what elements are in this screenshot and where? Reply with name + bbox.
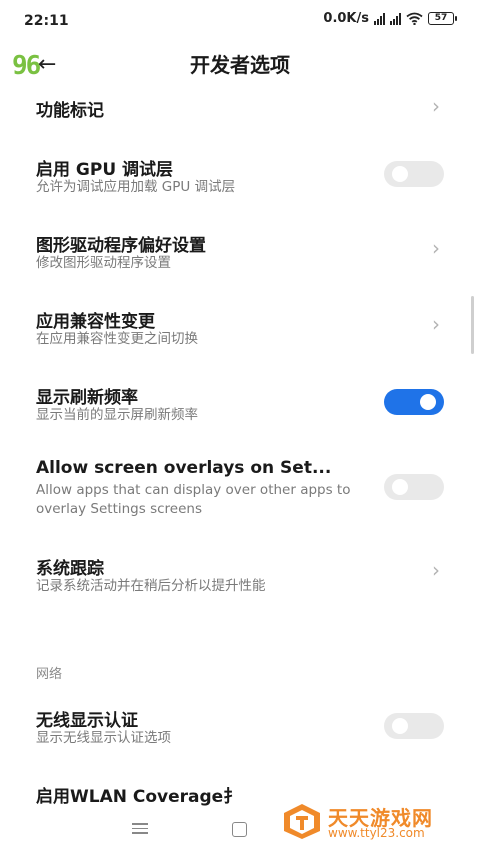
row-title: 无线显示认证 [36, 711, 138, 731]
row-subtitle: 记录系统活动并在稍后分析以提升性能 [36, 578, 266, 594]
toggle-knob [392, 166, 408, 182]
settings-row-screen-overlays[interactable]: Allow screen overlays on Set... Allow ap… [0, 456, 480, 522]
row-title: 功能标记 [36, 101, 104, 121]
network-speed: 0.0K/s [323, 11, 369, 26]
signal-icon [374, 12, 385, 25]
chevron-right-icon: › [432, 236, 440, 260]
app-header: 96 ← 开发者选项 [0, 40, 480, 84]
status-time: 22:11 [24, 13, 69, 29]
screen-overlays-toggle[interactable] [384, 474, 444, 500]
settings-row-feature-flags[interactable]: 功能标记 › [0, 94, 480, 124]
row-subtitle: 修改图形驱动程序设置 [36, 255, 171, 271]
gpu-debug-toggle[interactable] [384, 161, 444, 187]
settings-row-wireless-display-cert[interactable]: 无线显示认证 显示无线显示认证选项 [0, 704, 480, 754]
toggle-knob [420, 394, 436, 410]
row-title: 图形驱动程序偏好设置 [36, 236, 206, 256]
refresh-rate-toggle[interactable] [384, 389, 444, 415]
row-subtitle: 显示当前的显示屏刷新频率 [36, 407, 198, 423]
row-title: Allow screen overlays on Set... [36, 458, 332, 478]
row-subtitle: 在应用兼容性变更之间切换 [36, 331, 198, 347]
watermark-logo-icon [284, 804, 320, 839]
toggle-knob [392, 718, 408, 734]
settings-row-app-compat[interactable]: 应用兼容性变更 在应用兼容性变更之间切换 › [0, 304, 480, 354]
settings-row-gpu-debug-layer[interactable]: 启用 GPU 调试层 允许为调试应用加载 GPU 调试层 [0, 152, 480, 202]
battery-level: 57 [434, 13, 448, 23]
settings-row-graphics-driver[interactable]: 图形驱动程序偏好设置 修改图形驱动程序设置 › [0, 228, 480, 278]
chevron-right-icon: › [432, 558, 440, 582]
wireless-display-toggle[interactable] [384, 713, 444, 739]
row-title: 显示刷新频率 [36, 388, 138, 408]
row-subtitle: 显示无线显示认证选项 [36, 730, 171, 746]
status-indicators: 0.0K/s 57 [323, 11, 457, 26]
row-title: 启用WLAN Coverage扌 [36, 787, 241, 807]
row-title: 应用兼容性变更 [36, 312, 155, 332]
settings-row-system-tracing[interactable]: 系统跟踪 记录系统活动并在稍后分析以提升性能 › [0, 552, 480, 602]
battery-icon: 57 [428, 12, 457, 25]
row-subtitle: 允许为调试应用加载 GPU 调试层 [36, 179, 236, 195]
settings-row-show-refresh-rate[interactable]: 显示刷新频率 显示当前的显示屏刷新频率 [0, 380, 480, 430]
row-subtitle: Allow apps that can display over other a… [36, 482, 351, 517]
chevron-right-icon: › [432, 94, 440, 118]
row-title: 启用 GPU 调试层 [36, 160, 174, 180]
row-title: 系统跟踪 [36, 559, 104, 579]
wifi-icon [406, 12, 423, 25]
watermark: 天天游戏网 www.ttyl23.com [282, 800, 472, 844]
chevron-right-icon: › [432, 312, 440, 336]
toggle-knob [392, 479, 408, 495]
page-title: 开发者选项 [190, 53, 290, 77]
signal-icon [390, 12, 401, 25]
home-icon[interactable] [232, 822, 247, 837]
scrollbar[interactable] [471, 296, 474, 354]
section-label-network: 网络 [36, 667, 63, 682]
status-bar: 22:11 0.0K/s 57 [0, 0, 480, 40]
menu-icon[interactable] [132, 823, 148, 837]
watermark-url: www.ttyl23.com [328, 826, 425, 840]
